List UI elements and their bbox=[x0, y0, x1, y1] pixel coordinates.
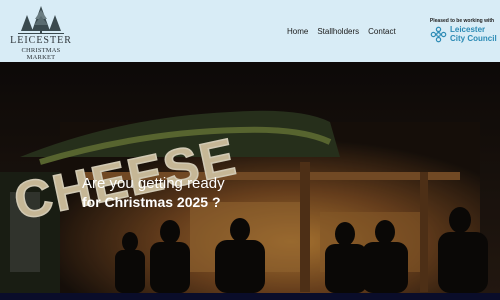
nav-home[interactable]: Home bbox=[287, 27, 308, 36]
hero-title: Are you getting ready for Christmas 2025… bbox=[82, 175, 225, 211]
nav-contact[interactable]: Contact bbox=[368, 27, 396, 36]
site-header: LEICESTER CHRISTMAS MARKET Home Stallhol… bbox=[0, 0, 500, 62]
hero-banner: CHEESE Are you getting ready for Christm… bbox=[0, 62, 500, 293]
logo-subtitle: CHRISTMAS MARKET bbox=[21, 47, 61, 61]
partner-name: Leicester City Council bbox=[450, 25, 498, 43]
partner-name-line1: Leicester bbox=[450, 25, 486, 34]
hero-title-line2: for Christmas 2025 ? bbox=[82, 194, 221, 210]
hero-title-line1: Are you getting ready bbox=[82, 175, 225, 192]
site-logo[interactable]: LEICESTER CHRISTMAS MARKET bbox=[8, 5, 74, 61]
partner-name-line2: City Council bbox=[450, 34, 497, 43]
bottom-bar bbox=[0, 293, 500, 300]
partner-badge[interactable]: Pleased to be working with Leicester Cit… bbox=[428, 18, 498, 48]
nav-stallholders[interactable]: Stallholders bbox=[317, 27, 359, 36]
city-council-icon bbox=[430, 26, 447, 43]
logo-title: LEICESTER bbox=[10, 35, 72, 46]
hero-photo: CHEESE bbox=[0, 62, 500, 293]
christmas-trees-icon bbox=[18, 6, 64, 34]
partner-caption: Pleased to be working with bbox=[429, 18, 495, 24]
main-nav: Home Stallholders Contact bbox=[287, 27, 396, 36]
